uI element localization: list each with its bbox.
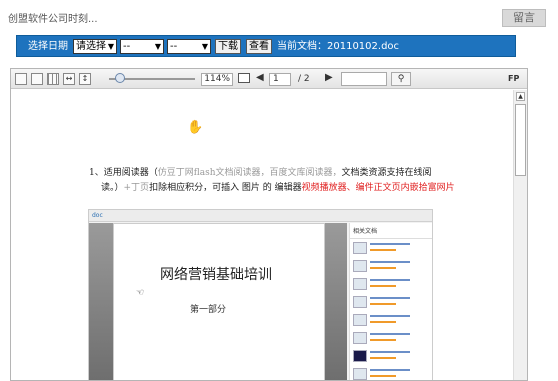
list-item [350, 311, 432, 329]
text-segment: 读。） [101, 183, 124, 193]
embedded-slide-title: 网络营销基础培训 [160, 267, 272, 283]
list-item-title [370, 297, 410, 299]
search-input[interactable] [341, 72, 387, 86]
embedded-right-margin [325, 223, 347, 380]
rating-stars-icon [370, 285, 396, 287]
date-filter-bar: 选择日期 请选择 ▼ -- ▼ -- ▼ 下载 查看 当前文档：20110102… [16, 35, 516, 57]
list-item [350, 257, 432, 275]
rating-stars-icon [370, 357, 396, 359]
page-number-input[interactable]: 1 [269, 73, 291, 86]
message-button[interactable]: 留言 [502, 9, 546, 27]
chevron-down-icon: ▼ [154, 42, 161, 51]
list-item-title [370, 279, 410, 281]
hand-cursor-icon: ✋ [187, 120, 204, 135]
document-thumbnail-icon [353, 278, 367, 290]
rating-stars-icon [370, 375, 396, 377]
embedded-related-panel: 相关文档 [349, 223, 432, 380]
fp-label: FP [508, 74, 520, 83]
two-page-icon[interactable] [31, 73, 43, 85]
single-page-icon[interactable] [15, 73, 27, 85]
document-viewer: ↔ ↕ 114% ◀ 1 / 2 ▶ ⚲ FP ✋ 1、适用阅读器（仿豆丁网fl… [10, 68, 528, 381]
text-segment-red: 视频播放器、编件正文页内嵌拾富网片 [301, 183, 455, 193]
rating-stars-icon [370, 267, 396, 269]
list-item [350, 275, 432, 293]
embedded-screenshot: doc 网络营销基础培训 ☜ 第一部分 相关文档 [88, 209, 433, 380]
document-page[interactable]: ✋ 1、适用阅读器（仿豆丁网flash文档阅读器，百度文库阅读器，文档类资源支持… [11, 90, 513, 380]
rating-stars-icon [370, 321, 396, 323]
fit-height-icon[interactable]: ↕ [79, 73, 91, 85]
document-thumbnail-icon [353, 260, 367, 272]
next-page-icon[interactable]: ▶ [325, 72, 333, 86]
current-document: 当前文档：20110102.doc [277, 41, 400, 52]
fullscreen-icon[interactable] [238, 73, 250, 83]
embedded-left-margin [89, 223, 113, 380]
text-segment-gray: 仿豆丁网flash文档阅读器，百度文库阅读器， [157, 168, 342, 178]
document-thumbnail-icon [353, 350, 367, 362]
scrollbar-thumb[interactable] [515, 104, 526, 176]
year-select-value: 请选择 [76, 41, 106, 52]
thumbnail-grid-icon[interactable] [47, 73, 59, 85]
zoom-slider-handle[interactable] [115, 73, 125, 83]
view-button[interactable]: 查看 [246, 39, 272, 54]
text-segment: 文档类资源支持在线阅 [341, 168, 432, 178]
fit-width-icon[interactable]: ↔ [63, 73, 75, 85]
embedded-logo: doc [92, 212, 103, 219]
day-select-value: -- [170, 41, 178, 52]
page-total: / 2 [298, 74, 310, 84]
viewer-toolbar: ↔ ↕ 114% ◀ 1 / 2 ▶ ⚲ FP [11, 69, 527, 89]
zoom-level: 114% [201, 73, 233, 86]
embedded-related-header: 相关文档 [350, 223, 432, 239]
scroll-up-icon[interactable]: ▲ [516, 92, 525, 101]
month-select-value: -- [123, 41, 131, 52]
embedded-toolbar: doc [89, 210, 432, 222]
list-item [350, 293, 432, 311]
date-label: 选择日期 [28, 41, 68, 52]
chevron-down-icon: ▼ [201, 42, 208, 51]
list-item-title [370, 315, 410, 317]
document-thumbnail-icon [353, 332, 367, 344]
list-item-title [370, 243, 410, 245]
document-thumbnail-icon [353, 314, 367, 326]
rating-stars-icon [370, 339, 396, 341]
month-select[interactable]: -- ▼ [120, 39, 164, 54]
chevron-down-icon: ▼ [107, 42, 114, 51]
search-icon[interactable]: ⚲ [391, 72, 411, 86]
pointer-cursor-icon: ☜ [136, 288, 145, 298]
list-item [350, 329, 432, 347]
year-select[interactable]: 请选择 ▼ [73, 39, 117, 54]
list-item [350, 239, 432, 257]
download-button[interactable]: 下载 [215, 39, 241, 54]
list-item-title [370, 333, 410, 335]
list-item-title [370, 369, 410, 371]
vertical-scrollbar[interactable]: ▲ [513, 90, 527, 380]
document-paragraph: 1、适用阅读器（仿豆丁网flash文档阅读器，百度文库阅读器，文档类资源支持在线… [89, 166, 469, 196]
prev-page-icon[interactable]: ◀ [256, 72, 264, 86]
list-item [350, 365, 432, 380]
document-thumbnail-icon [353, 368, 367, 380]
list-item-title [370, 261, 410, 263]
item-number: 1、 [89, 168, 104, 178]
list-item-title [370, 351, 410, 353]
text-segment: 适用阅读器（ [103, 168, 158, 178]
text-segment: 扣除相应积分，可插入 图片 的 编辑器 [149, 183, 302, 193]
site-title: 创盟软件公司时刻... [8, 14, 98, 25]
rating-stars-icon [370, 249, 396, 251]
list-item [350, 347, 432, 365]
embedded-slide: 网络营销基础培训 ☜ 第一部分 [113, 223, 325, 380]
rating-stars-icon [370, 303, 396, 305]
top-bar: 创盟软件公司时刻... 留言 [0, 0, 558, 32]
text-segment-gray: +丁页 [123, 183, 150, 193]
document-thumbnail-icon [353, 296, 367, 308]
embedded-slide-subtitle: 第一部分 [190, 305, 227, 315]
day-select[interactable]: -- ▼ [167, 39, 211, 54]
document-thumbnail-icon [353, 242, 367, 254]
